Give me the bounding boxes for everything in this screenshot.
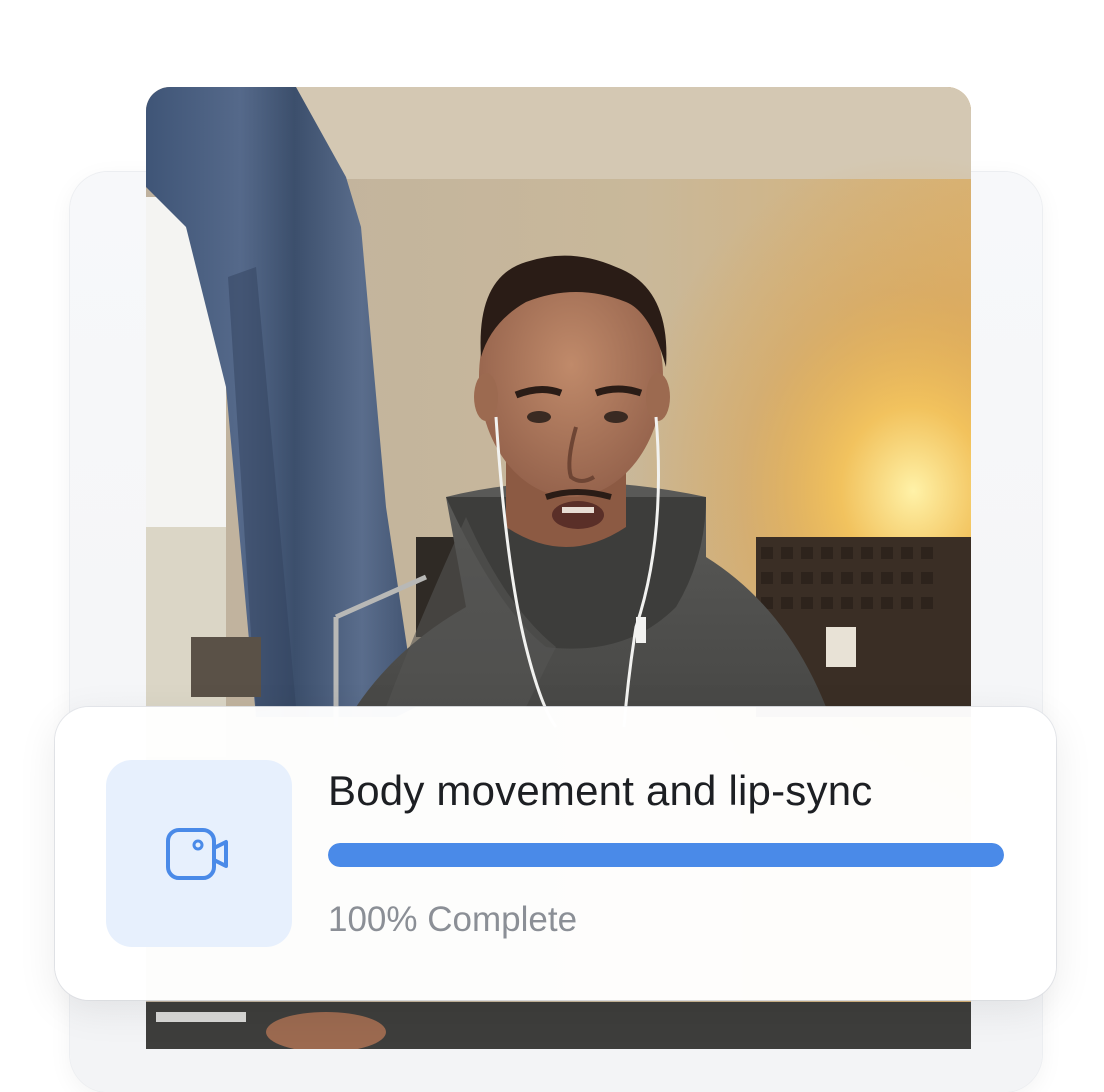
progress-card: Body movement and lip-sync 100% Complete (55, 707, 1056, 1000)
task-title: Body movement and lip-sync (328, 767, 873, 814)
video-camera-icon (166, 828, 228, 880)
progress-status: 100% Complete (328, 900, 578, 939)
video-icon-tile (106, 760, 292, 947)
progress-bar-fill (328, 843, 1004, 867)
progress-bar (328, 843, 1004, 867)
